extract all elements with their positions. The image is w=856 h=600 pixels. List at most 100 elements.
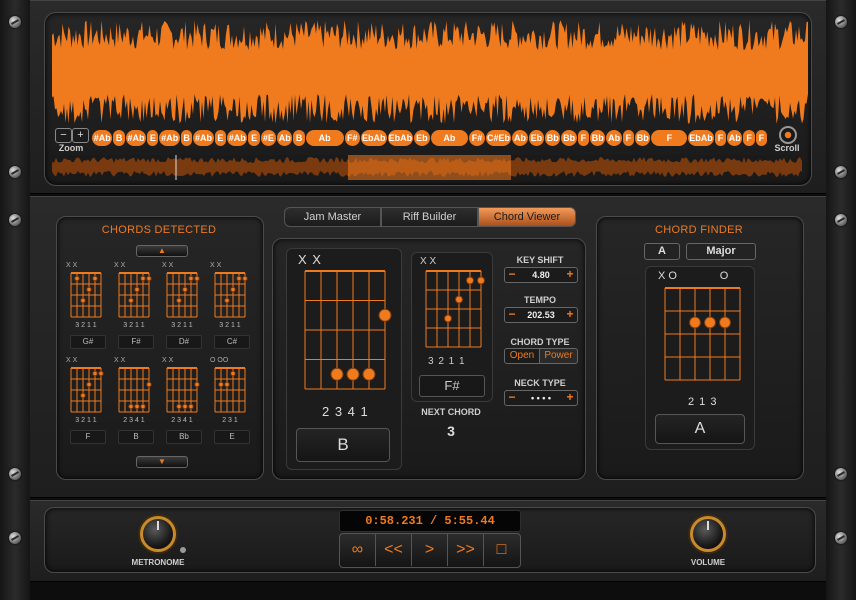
chord-strip-chip[interactable]: F#	[469, 130, 485, 146]
finger-dot	[80, 392, 86, 399]
chord-strip-chip[interactable]: #E	[260, 130, 277, 146]
neck-type-control: − • • • • +	[504, 390, 578, 406]
chord-type-open-button[interactable]: Open	[504, 348, 540, 364]
chord-strip-chip[interactable]: B	[293, 130, 305, 146]
chord-strip-chip[interactable]: E	[147, 130, 159, 146]
detected-chord-name[interactable]: C#	[214, 335, 250, 349]
chord-strip-chip[interactable]: Ab	[430, 130, 469, 146]
finger-dot	[86, 286, 92, 293]
stop-button[interactable]: □	[484, 533, 519, 566]
key-shift-increment-button[interactable]: +	[563, 268, 577, 282]
chord-strip-chip[interactable]: E	[214, 130, 226, 146]
detected-chord-fretboard	[70, 272, 102, 318]
loop-button[interactable]: ∞	[340, 533, 376, 566]
chord-strip-chip[interactable]: Ab	[277, 130, 293, 146]
zoom-out-button[interactable]: −	[55, 128, 72, 143]
detected-chord-diagram[interactable]: O OO 2 3 1	[210, 357, 254, 427]
chord-strip-chip[interactable]: #Ab	[226, 130, 248, 146]
chord-finder-root-select[interactable]: A	[644, 243, 680, 260]
detected-chord-diagram[interactable]: X X 3 2 1 1	[114, 262, 158, 332]
zoom-in-button[interactable]: +	[72, 128, 89, 143]
tab-riff-builder[interactable]: Riff Builder	[381, 207, 478, 227]
waveform-overview[interactable]	[52, 155, 802, 180]
chord-strip[interactable]: #Ab B #Ab E #Ab B #Ab E #Ab E #E Ab B Ab F# EbAb EbAb Eb A…	[92, 0, 768, 160]
detected-chord-diagram[interactable]: X X 3 2 1 1	[210, 262, 254, 332]
tempo-increment-button[interactable]: +	[563, 308, 577, 322]
chord-strip-chip[interactable]: Bb	[635, 130, 651, 146]
screw-icon	[835, 468, 847, 480]
overview-visible-window[interactable]	[348, 155, 511, 180]
volume-knob[interactable]	[690, 516, 726, 552]
detected-chord-diagram[interactable]: X X 3 2 1 1	[66, 262, 110, 332]
chord-strip-chip[interactable]: B	[113, 130, 125, 146]
chord-type-power-button[interactable]: Power	[539, 348, 578, 364]
chord-strip-chip[interactable]: F	[714, 130, 727, 146]
chord-strip-chip[interactable]: Ab	[512, 130, 528, 146]
chord-finder-quality-select[interactable]: Major	[686, 243, 756, 260]
chord-strip-chip[interactable]: Ab	[727, 130, 743, 146]
chord-strip-chip[interactable]: Eb	[414, 130, 430, 146]
fast-forward-button[interactable]: >>	[448, 533, 484, 566]
chord-strip-chip[interactable]: EbAb	[360, 130, 387, 146]
finger-dot	[218, 381, 224, 388]
tempo-decrement-button[interactable]: −	[505, 308, 519, 322]
detected-chord-name[interactable]: E	[214, 430, 250, 444]
finger-dot	[194, 381, 200, 388]
tab-chord-viewer[interactable]: Chord Viewer	[478, 207, 576, 227]
chord-strip-chip[interactable]: Bb	[545, 130, 561, 146]
chord-strip-chip[interactable]: B	[180, 130, 193, 146]
tempo-control: − 202.53 +	[504, 307, 578, 323]
detected-chord-name[interactable]: F	[70, 430, 106, 444]
chord-strip-chip[interactable]: F	[622, 130, 635, 146]
chord-strip-chip[interactable]: #Ab	[193, 130, 214, 146]
chord-strip-chip[interactable]: F#	[344, 130, 360, 146]
finger-dot	[92, 370, 98, 377]
detected-chord-diagram[interactable]: X X 3 2 1 1	[66, 357, 110, 427]
detected-chord-name[interactable]: B	[118, 430, 154, 444]
detected-chord-diagram[interactable]: X X 3 2 1 1	[162, 262, 206, 332]
rewind-button[interactable]: <<	[376, 533, 412, 566]
finger-dot	[146, 381, 152, 388]
tempo-value[interactable]: 202.53	[519, 308, 563, 322]
neck-type-value[interactable]: • • • •	[519, 391, 563, 405]
chords-scroll-down-button[interactable]: ▼	[136, 456, 188, 468]
chord-strip-chip[interactable]: F	[577, 130, 590, 146]
chord-strip-chip[interactable]: F	[651, 130, 688, 146]
time-display: 0:58.231 / 5:55.44	[339, 510, 521, 532]
detected-chord-fingering: 3 2 1 1	[75, 417, 97, 424]
detected-chord-name[interactable]: G#	[70, 335, 106, 349]
chord-strip-chip[interactable]: F	[743, 130, 755, 146]
chord-strip-chip[interactable]: Ab	[606, 130, 622, 146]
key-shift-value[interactable]: 4.80	[519, 268, 563, 282]
chord-strip-chip[interactable]: Eb	[528, 130, 545, 146]
chord-type-label: CHORD TYPE	[510, 337, 570, 347]
finger-dot	[134, 403, 140, 410]
neck-type-increment-button[interactable]: +	[563, 391, 577, 405]
chord-strip-chip[interactable]: Bb	[590, 130, 606, 146]
detected-chord-name[interactable]: D#	[166, 335, 202, 349]
chords-scroll-up-button[interactable]: ▲	[136, 245, 188, 257]
detected-chord-open-strings: O OO	[210, 357, 229, 364]
finger-dot	[140, 275, 146, 282]
chord-strip-chip[interactable]: F	[755, 130, 767, 146]
neck-type-decrement-button[interactable]: −	[505, 391, 519, 405]
detected-chord-name[interactable]: F#	[118, 335, 154, 349]
detected-chord-diagram[interactable]: X X 2 3 4 1	[162, 357, 206, 427]
metronome-knob[interactable]	[140, 516, 176, 552]
chord-strip-chip[interactable]: C#Eb	[485, 130, 512, 146]
key-shift-decrement-button[interactable]: −	[505, 268, 519, 282]
chord-strip-chip[interactable]: E	[248, 130, 260, 146]
metronome-label: METRONOME	[131, 558, 185, 567]
chord-strip-chip[interactable]: #Ab	[159, 130, 180, 146]
detected-chord-diagram[interactable]: X X 2 3 4 1	[114, 357, 158, 427]
tab-jam-master[interactable]: Jam Master	[284, 207, 381, 227]
chord-strip-chip[interactable]: #Ab	[92, 130, 113, 146]
chord-strip-chip[interactable]: #Ab	[125, 130, 147, 146]
play-button[interactable]: >	[412, 533, 448, 566]
chord-strip-chip[interactable]: EbAb	[387, 130, 414, 146]
chord-strip-chip[interactable]: Bb	[561, 130, 577, 146]
chord-strip-chip[interactable]: EbAb	[688, 130, 714, 146]
chord-strip-chip[interactable]: Ab	[305, 130, 344, 146]
detected-chord-name[interactable]: Bb	[166, 430, 202, 444]
scroll-toggle-icon[interactable]	[779, 126, 797, 144]
